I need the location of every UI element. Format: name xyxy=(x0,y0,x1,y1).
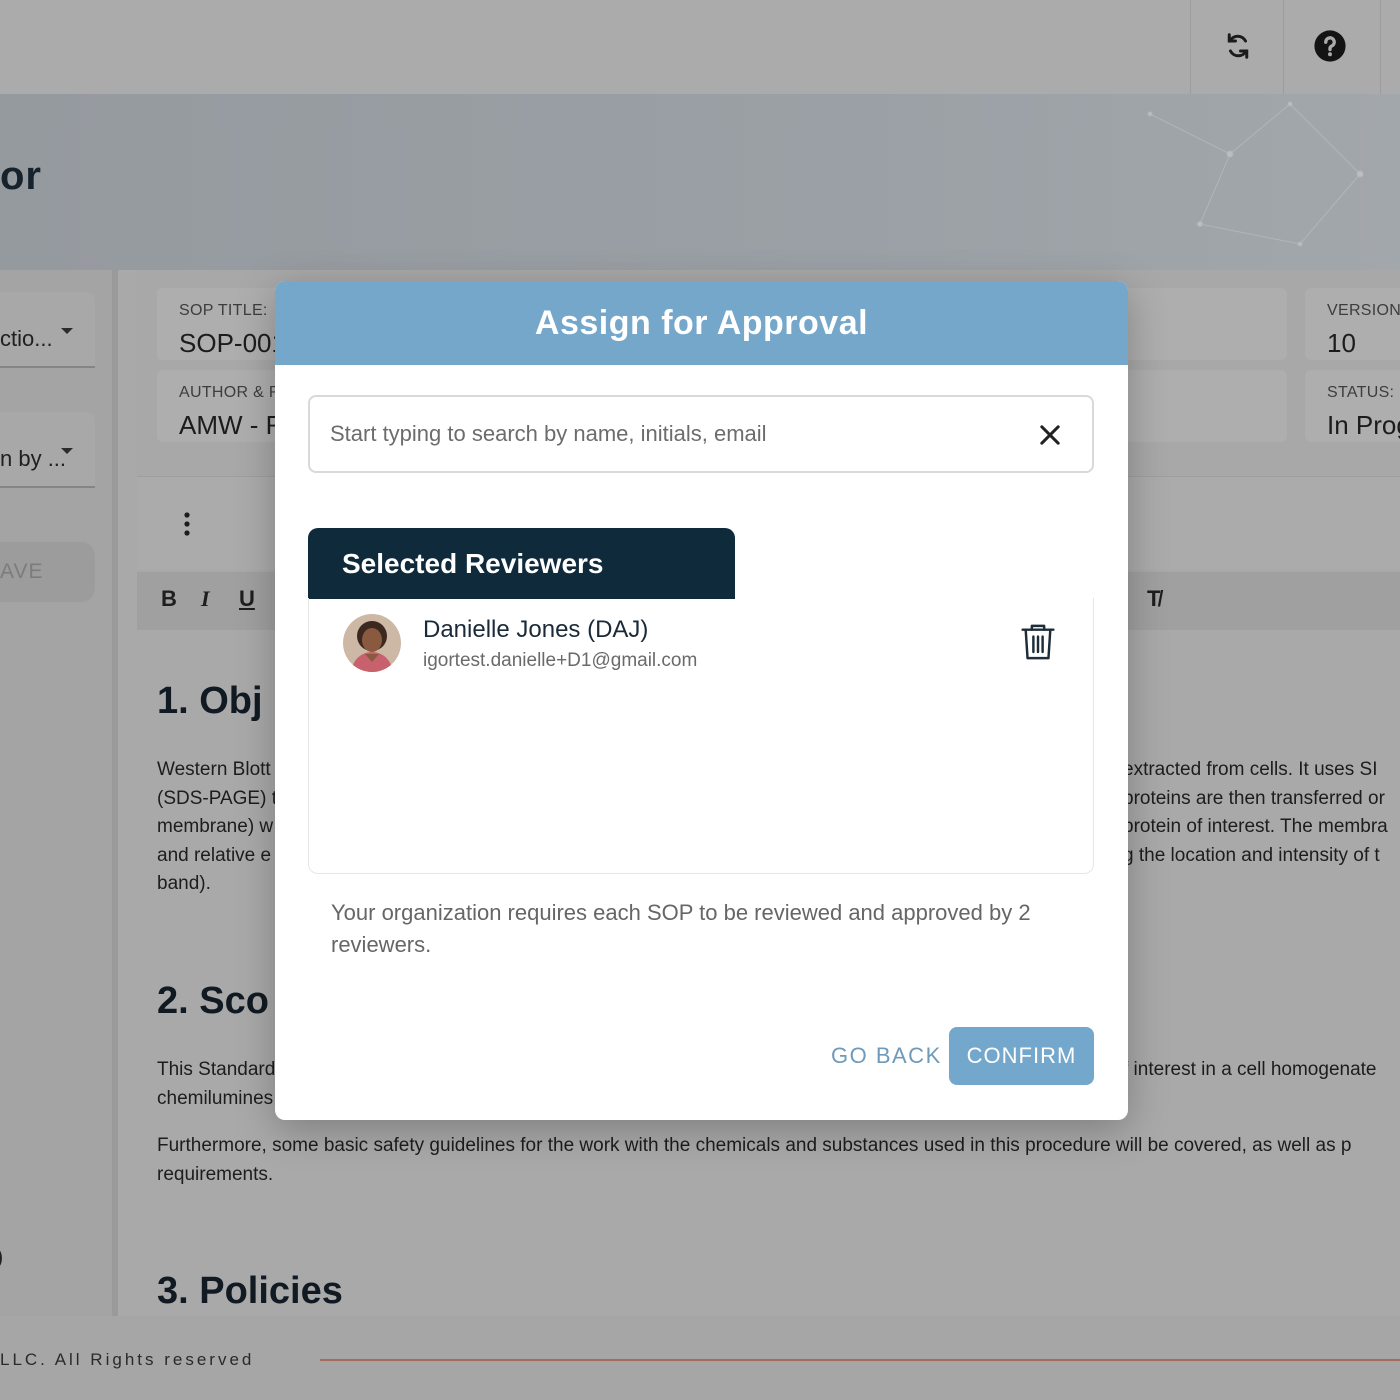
section-dropdown-value: ctio... xyxy=(0,326,53,351)
sop-title-value: SOP-001 xyxy=(179,328,286,358)
version-value: 10 xyxy=(1327,328,1356,358)
paragraph-1-left: Western Blott (SDS-PAGE) t membrane) w a… xyxy=(157,759,277,894)
section-heading-1: 1. Obj xyxy=(157,680,263,722)
underline-button[interactable]: U xyxy=(239,586,255,612)
top-bar xyxy=(0,0,1400,94)
more-vertical-icon[interactable] xyxy=(183,511,191,537)
status-field: STATUS: In Prog xyxy=(1305,370,1400,442)
status-value: In Prog xyxy=(1327,410,1400,440)
left-sidebar: ctio... n by ... AVE xyxy=(0,270,118,1316)
caret-down-icon xyxy=(61,328,73,334)
author-value: AMW - R xyxy=(179,410,285,440)
paragraph-2-right: f interest in a cell homogenate xyxy=(1123,1059,1377,1080)
italic-button[interactable]: I xyxy=(201,586,210,612)
section-dropdown[interactable]: ctio... xyxy=(0,292,95,368)
trash-icon[interactable] xyxy=(1019,622,1057,662)
bold-button[interactable]: B xyxy=(161,586,177,612)
confirm-button[interactable]: CONFIRM xyxy=(949,1027,1094,1085)
reviewer-search-input[interactable] xyxy=(330,415,1010,453)
status-label: STATUS: xyxy=(1327,384,1395,401)
selected-reviewers-list: Danielle Jones (DAJ) igortest.danielle+D… xyxy=(308,598,1094,874)
list-item: Danielle Jones (DAJ) igortest.danielle+D… xyxy=(309,598,1093,688)
toolbar-divider xyxy=(1380,0,1381,94)
assign-approval-modal: Assign for Approval Selected Reviewers D… xyxy=(275,281,1128,1120)
sync-icon[interactable] xyxy=(1216,24,1260,68)
reviewer-email: igortest.danielle+D1@gmail.com xyxy=(423,650,698,671)
clear-format-button[interactable]: T̸ xyxy=(1147,586,1160,612)
author-label: AUTHOR & R xyxy=(179,384,281,401)
paragraph-2-left: This Standard chemilumines xyxy=(157,1059,276,1109)
toolbar-divider xyxy=(1190,0,1191,94)
sort-by-dropdown-value: n by ... xyxy=(0,446,67,471)
save-button[interactable]: AVE xyxy=(0,542,95,602)
go-back-button[interactable]: GO BACK xyxy=(827,1027,946,1085)
reviewer-name: Danielle Jones (DAJ) xyxy=(423,616,649,643)
caret-down-icon xyxy=(61,448,73,454)
page-title: or xyxy=(0,154,42,198)
sop-title-label: SOP TITLE: xyxy=(179,302,268,319)
footer: LLC. All Rights reserved xyxy=(0,1316,1400,1400)
copyright-text: LLC. All Rights reserved xyxy=(0,1350,255,1369)
avatar xyxy=(343,614,401,672)
help-icon[interactable] xyxy=(1308,24,1352,68)
sidebar-text-fragment: ) xyxy=(0,1244,3,1270)
approval-requirement-note: Your organization requires each SOP to b… xyxy=(331,900,1031,957)
paragraph-1-right: extracted from cells. It uses SI protein… xyxy=(1123,759,1388,866)
paragraph-3: Furthermore, some basic safety guideline… xyxy=(157,1135,1352,1185)
network-pattern-decoration xyxy=(1147,101,1364,247)
section-heading-3: 3. Policies xyxy=(157,1270,343,1312)
footer-divider xyxy=(320,1359,1400,1361)
modal-header: Assign for Approval xyxy=(275,281,1128,365)
modal-title: Assign for Approval xyxy=(534,303,869,342)
page-hero: or xyxy=(0,94,1400,270)
version-label: VERSION xyxy=(1327,302,1400,319)
version-field: VERSION 10 xyxy=(1305,288,1400,360)
reviewer-search-box xyxy=(308,395,1094,473)
close-icon[interactable] xyxy=(1036,421,1064,449)
selected-reviewers-tab[interactable]: Selected Reviewers xyxy=(308,528,735,599)
toolbar-divider xyxy=(1283,0,1284,94)
sort-by-dropdown[interactable]: n by ... xyxy=(0,412,95,488)
section-heading-2: 2. Sco xyxy=(157,980,269,1022)
